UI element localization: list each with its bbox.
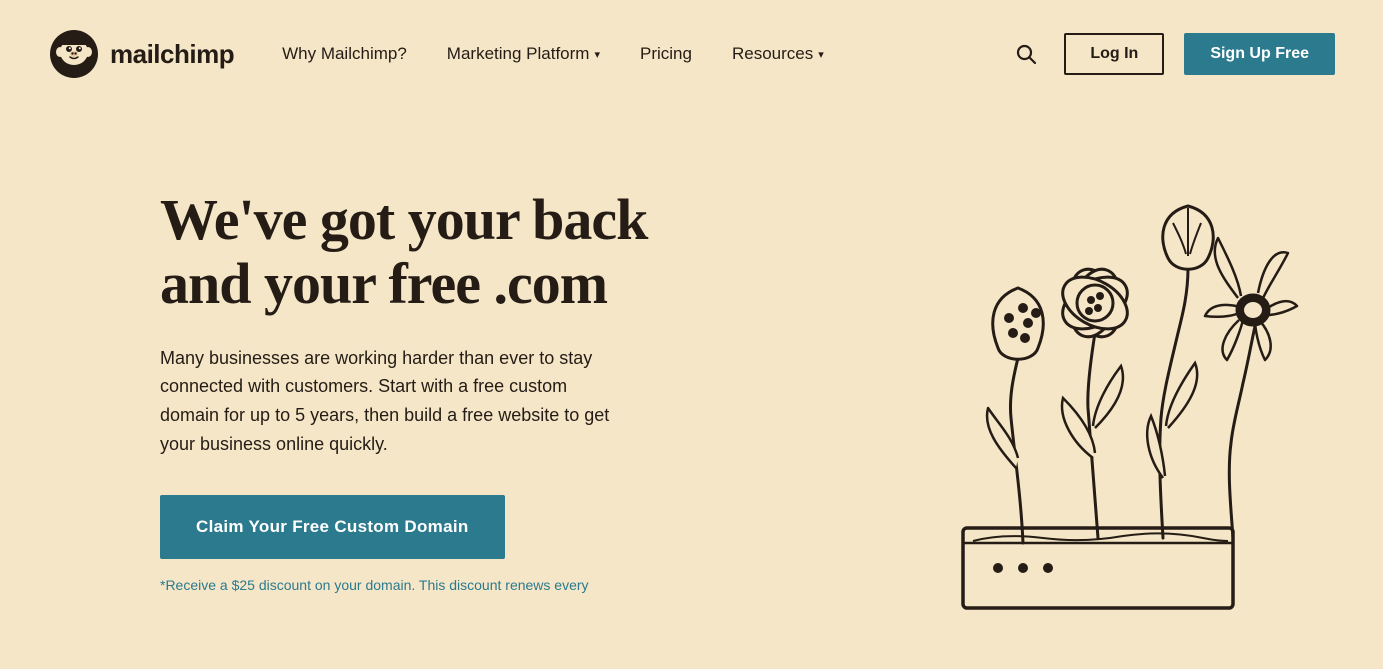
- hero-section: We've got your back and your free .com M…: [0, 108, 1383, 668]
- login-button[interactable]: Log In: [1064, 33, 1164, 75]
- chevron-down-icon: ▾: [594, 48, 600, 61]
- cta-button[interactable]: Claim Your Free Custom Domain: [160, 495, 505, 559]
- chevron-down-icon: ▾: [818, 48, 824, 61]
- signup-button[interactable]: Sign Up Free: [1184, 33, 1335, 75]
- hero-content: We've got your back and your free .com M…: [160, 168, 647, 593]
- nav-item-pricing[interactable]: Pricing: [640, 44, 692, 64]
- logo-link[interactable]: mailchimp: [48, 28, 234, 80]
- logo-icon: [48, 28, 100, 80]
- hero-illustration: [843, 148, 1323, 648]
- nav-item-marketing[interactable]: Marketing Platform ▾: [447, 44, 600, 64]
- nav-item-why[interactable]: Why Mailchimp?: [282, 44, 407, 64]
- nav-item-resources[interactable]: Resources ▾: [732, 44, 824, 64]
- nav-links: Why Mailchimp? Marketing Platform ▾ Pric…: [282, 44, 1008, 64]
- logo-text: mailchimp: [110, 39, 234, 70]
- nav-actions: Log In Sign Up Free: [1008, 33, 1335, 75]
- disclaimer-text: *Receive a $25 discount on your domain. …: [160, 577, 620, 593]
- search-icon: [1014, 42, 1038, 66]
- navigation: mailchimp Why Mailchimp? Marketing Platf…: [0, 0, 1383, 108]
- flowers-illustration: [843, 148, 1323, 648]
- hero-title: We've got your back and your free .com: [160, 188, 647, 316]
- search-button[interactable]: [1008, 36, 1044, 72]
- hero-body-text: Many businesses are working harder than …: [160, 344, 620, 459]
